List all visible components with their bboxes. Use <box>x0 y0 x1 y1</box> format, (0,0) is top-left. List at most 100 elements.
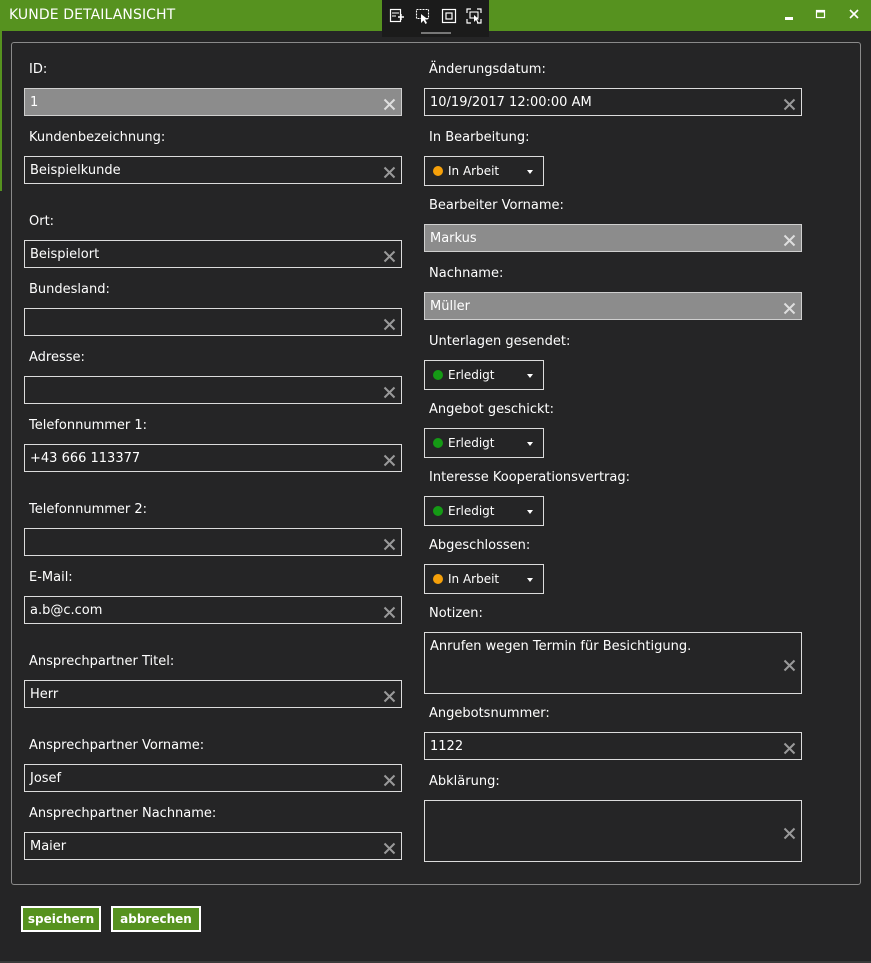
angebotsnummer-value: 1122 <box>430 739 464 754</box>
nachname-label: Nachname: <box>429 266 504 281</box>
adresse-field[interactable] <box>24 376 402 404</box>
ort-label: Ort: <box>29 214 55 229</box>
aenderungsdatum-value: 10/19/2017 12:00:00 AM <box>430 95 592 110</box>
clear-icon[interactable] <box>383 316 396 331</box>
ansprechpartner-nachname-field[interactable]: Maier <box>24 832 402 860</box>
interesse-value: Erledigt <box>448 504 495 518</box>
live-visual-tree-icon[interactable] <box>389 8 405 24</box>
abgeschlossen-label: Abgeschlossen: <box>429 538 531 553</box>
clear-icon[interactable] <box>383 164 396 179</box>
clear-icon[interactable] <box>383 604 396 619</box>
cancel-button[interactable]: abbrechen <box>111 906 201 932</box>
devtools-grip[interactable] <box>421 32 451 34</box>
in-bearbeitung-label: In Bearbeitung: <box>429 130 530 145</box>
notizen-label: Notizen: <box>429 606 483 621</box>
aenderungsdatum-field[interactable]: 10/19/2017 12:00:00 AM <box>424 88 802 116</box>
ansprechpartner-vorname-field[interactable]: Josef <box>24 764 402 792</box>
kundenbezeichnung-label: Kundenbezeichnung: <box>29 130 166 145</box>
bundesland-field[interactable] <box>24 308 402 336</box>
bearbeiter-vorname-field[interactable]: Markus <box>424 224 802 252</box>
ansprechpartner-vorname-label: Ansprechpartner Vorname: <box>29 738 205 753</box>
chevron-down-icon <box>527 170 533 174</box>
abgeschlossen-value: In Arbeit <box>448 572 500 586</box>
ansprechpartner-titel-value: Herr <box>30 687 59 702</box>
devtools-toolbar <box>382 0 489 37</box>
angebot-geschickt-dropdown[interactable]: Erledigt <box>424 428 544 458</box>
clear-icon[interactable] <box>383 452 396 467</box>
angebot-geschickt-value: Erledigt <box>448 436 495 450</box>
minimize-icon[interactable] <box>780 6 800 26</box>
telefon1-field[interactable]: +43 666 113377 <box>24 444 402 472</box>
adresse-label: Adresse: <box>29 350 85 365</box>
abklaerung-label: Abklärung: <box>429 774 500 789</box>
clear-icon[interactable] <box>783 740 796 755</box>
clear-icon[interactable] <box>783 657 796 672</box>
id-label: ID: <box>29 62 48 77</box>
chevron-down-icon <box>527 510 533 514</box>
clear-icon[interactable] <box>783 96 796 111</box>
window-edge <box>0 31 2 191</box>
telefon1-value: +43 666 113377 <box>30 451 141 466</box>
status-dot-icon <box>433 574 443 584</box>
kundenbezeichnung-value: Beispielkunde <box>30 163 121 178</box>
ansprechpartner-titel-label: Ansprechpartner Titel: <box>29 654 175 669</box>
maximize-icon[interactable] <box>812 6 832 26</box>
id-field[interactable]: 1 <box>24 88 402 116</box>
abgeschlossen-dropdown[interactable]: In Arbeit <box>424 564 544 594</box>
bearbeiter-vorname-label: Bearbeiter Vorname: <box>429 198 564 213</box>
angebotsnummer-field[interactable]: 1122 <box>424 732 802 760</box>
window-title: KUNDE DETAILANSICHT <box>9 7 176 23</box>
status-dot-icon <box>433 438 443 448</box>
unterlagen-gesendet-dropdown[interactable]: Erledigt <box>424 360 544 390</box>
chevron-down-icon <box>527 374 533 378</box>
save-button[interactable]: speichern <box>21 906 101 932</box>
clear-icon[interactable] <box>783 232 796 247</box>
close-icon[interactable] <box>846 6 866 26</box>
ansprechpartner-nachname-value: Maier <box>30 839 67 854</box>
bearbeiter-vorname-value: Markus <box>430 231 477 246</box>
select-element-icon[interactable] <box>415 8 431 24</box>
clear-icon[interactable] <box>383 248 396 263</box>
chevron-down-icon <box>527 578 533 582</box>
interesse-dropdown[interactable]: Erledigt <box>424 496 544 526</box>
email-label: E-Mail: <box>29 570 73 585</box>
unterlagen-gesendet-label: Unterlagen gesendet: <box>429 334 571 349</box>
angebot-geschickt-label: Angebot geschickt: <box>429 402 554 417</box>
clear-icon[interactable] <box>783 300 796 315</box>
clear-icon[interactable] <box>383 536 396 551</box>
ansprechpartner-titel-field[interactable]: Herr <box>24 680 402 708</box>
unterlagen-gesendet-value: Erledigt <box>448 368 495 382</box>
aenderungsdatum-label: Änderungsdatum: <box>429 62 546 77</box>
ort-field[interactable]: Beispielort <box>24 240 402 268</box>
in-bearbeitung-dropdown[interactable]: In Arbeit <box>424 156 544 186</box>
interesse-label: Interesse Kooperationsvertrag: <box>429 470 630 485</box>
id-value: 1 <box>30 95 39 110</box>
chevron-down-icon <box>527 442 533 446</box>
clear-icon[interactable] <box>383 688 396 703</box>
in-bearbeitung-value: In Arbeit <box>448 164 500 178</box>
display-layout-adorners-icon[interactable] <box>441 8 457 24</box>
notizen-value: Anrufen wegen Termin für Besichtigung. <box>430 639 692 654</box>
clear-icon[interactable] <box>383 96 396 111</box>
notizen-textarea[interactable]: Anrufen wegen Termin für Besichtigung. <box>424 632 802 694</box>
status-dot-icon <box>433 506 443 516</box>
abklaerung-textarea[interactable] <box>424 800 802 862</box>
status-dot-icon <box>433 370 443 380</box>
track-focus-icon[interactable] <box>466 8 482 24</box>
clear-icon[interactable] <box>383 840 396 855</box>
status-dot-icon <box>433 166 443 176</box>
email-field[interactable]: a.b@c.com <box>24 596 402 624</box>
clear-icon[interactable] <box>383 772 396 787</box>
clear-icon[interactable] <box>783 825 796 840</box>
ansprechpartner-nachname-label: Ansprechpartner Nachname: <box>29 806 217 821</box>
email-value: a.b@c.com <box>30 603 103 618</box>
clear-icon[interactable] <box>383 384 396 399</box>
nachname-field[interactable]: Müller <box>424 292 802 320</box>
ansprechpartner-vorname-value: Josef <box>30 771 62 786</box>
bundesland-label: Bundesland: <box>29 282 110 297</box>
angebotsnummer-label: Angebotsnummer: <box>429 706 550 721</box>
telefon2-field[interactable] <box>24 528 402 556</box>
telefon2-label: Telefonnummer 2: <box>29 502 148 517</box>
kundenbezeichnung-field[interactable]: Beispielkunde <box>24 156 402 184</box>
telefon1-label: Telefonnummer 1: <box>29 418 148 433</box>
